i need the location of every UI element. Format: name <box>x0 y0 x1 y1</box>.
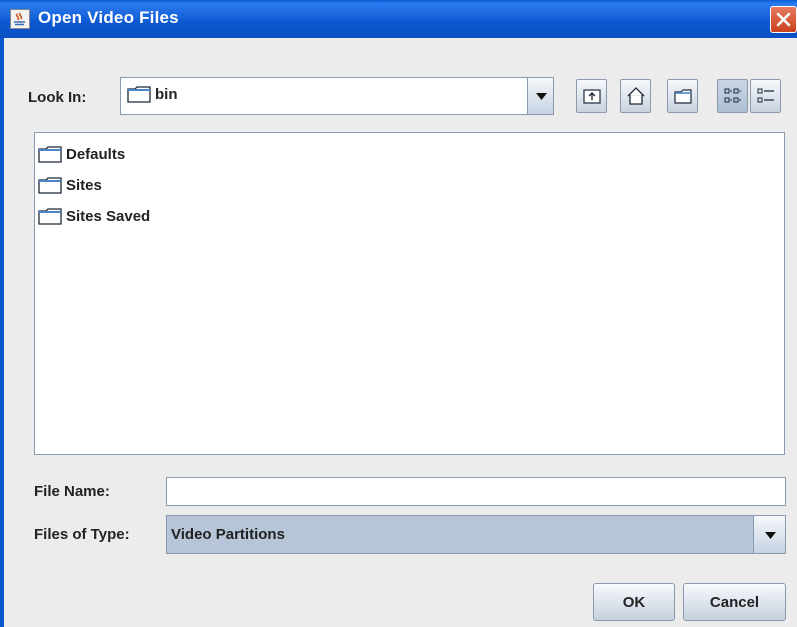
file-name-input[interactable] <box>166 477 786 506</box>
look-in-value: bin <box>155 85 178 103</box>
java-app-icon <box>10 9 30 29</box>
home-icon <box>627 87 645 105</box>
window-title: Open Video Files <box>38 8 179 27</box>
files-of-type-combobox[interactable]: Video Partitions <box>166 515 786 554</box>
list-item[interactable]: Sites <box>38 173 102 197</box>
list-item[interactable]: Defaults <box>38 142 125 166</box>
cancel-button[interactable]: Cancel <box>683 583 786 621</box>
file-list[interactable]: Defaults Sites Sites Saved <box>34 132 785 455</box>
files-of-type-label: Files of Type: <box>34 526 130 543</box>
file-name: Sites <box>66 176 102 194</box>
folder-icon <box>127 86 151 103</box>
new-folder-button[interactable] <box>667 79 698 113</box>
details-view-icon <box>757 88 774 103</box>
folder-up-icon <box>583 89 601 104</box>
look-in-combobox[interactable]: bin <box>120 77 554 115</box>
up-one-level-button[interactable] <box>576 79 607 113</box>
folder-icon <box>38 208 62 225</box>
file-name-label: File Name: <box>34 483 110 500</box>
close-icon <box>776 12 791 27</box>
folder-icon <box>38 146 62 163</box>
title-bar[interactable]: Open Video Files <box>0 0 797 38</box>
details-view-button[interactable] <box>750 79 781 113</box>
list-item[interactable]: Sites Saved <box>38 204 150 228</box>
look-in-label: Look In: <box>28 89 86 106</box>
list-view-button[interactable] <box>717 79 748 113</box>
file-name: Defaults <box>66 145 126 163</box>
open-video-files-dialog: Open Video Files Look In: bin Defaults S… <box>0 0 797 627</box>
ok-button[interactable]: OK <box>593 583 675 621</box>
files-of-type-dropdown-button[interactable] <box>753 516 785 553</box>
list-view-icon <box>724 88 741 103</box>
home-button[interactable] <box>620 79 651 113</box>
files-of-type-value: Video Partitions <box>171 526 285 543</box>
look-in-label-text: Look In: <box>28 89 87 106</box>
chevron-down-icon <box>536 93 547 100</box>
look-in-dropdown-button[interactable] <box>527 78 553 114</box>
folder-icon <box>38 177 62 194</box>
new-folder-icon <box>674 89 692 104</box>
file-name: Sites Saved <box>66 207 151 225</box>
close-button[interactable] <box>770 6 797 33</box>
chevron-down-icon <box>765 531 776 539</box>
